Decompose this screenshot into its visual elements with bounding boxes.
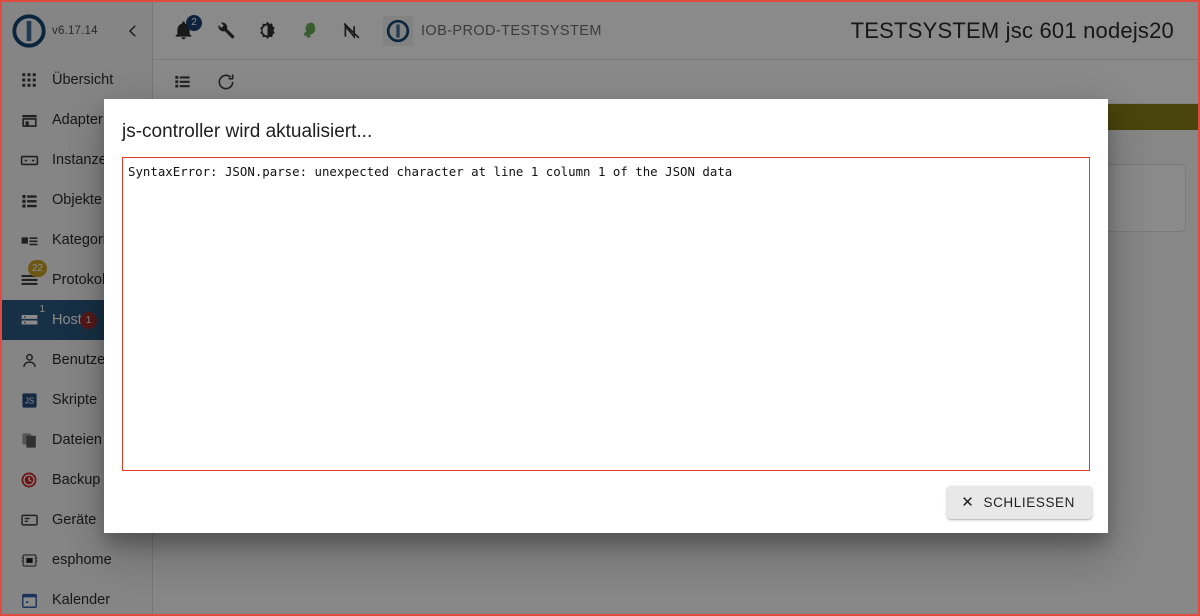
dialog-title: js-controller wird aktualisiert...	[122, 121, 373, 142]
update-dialog: js-controller wird aktualisiert... Synta…	[104, 99, 1108, 533]
error-output[interactable]: SyntaxError: JSON.parse: unexpected char…	[122, 157, 1090, 471]
dialog-actions: ✕ SCHLIESSEN	[104, 471, 1108, 533]
close-button[interactable]: ✕ SCHLIESSEN	[947, 485, 1092, 519]
close-x-icon: ✕	[961, 493, 975, 511]
close-button-label: SCHLIESSEN	[983, 494, 1075, 510]
dialog-body: SyntaxError: JSON.parse: unexpected char…	[104, 157, 1108, 471]
app-window: v6.17.14 Übersicht Adapter Instanzen Obj…	[0, 0, 1200, 616]
